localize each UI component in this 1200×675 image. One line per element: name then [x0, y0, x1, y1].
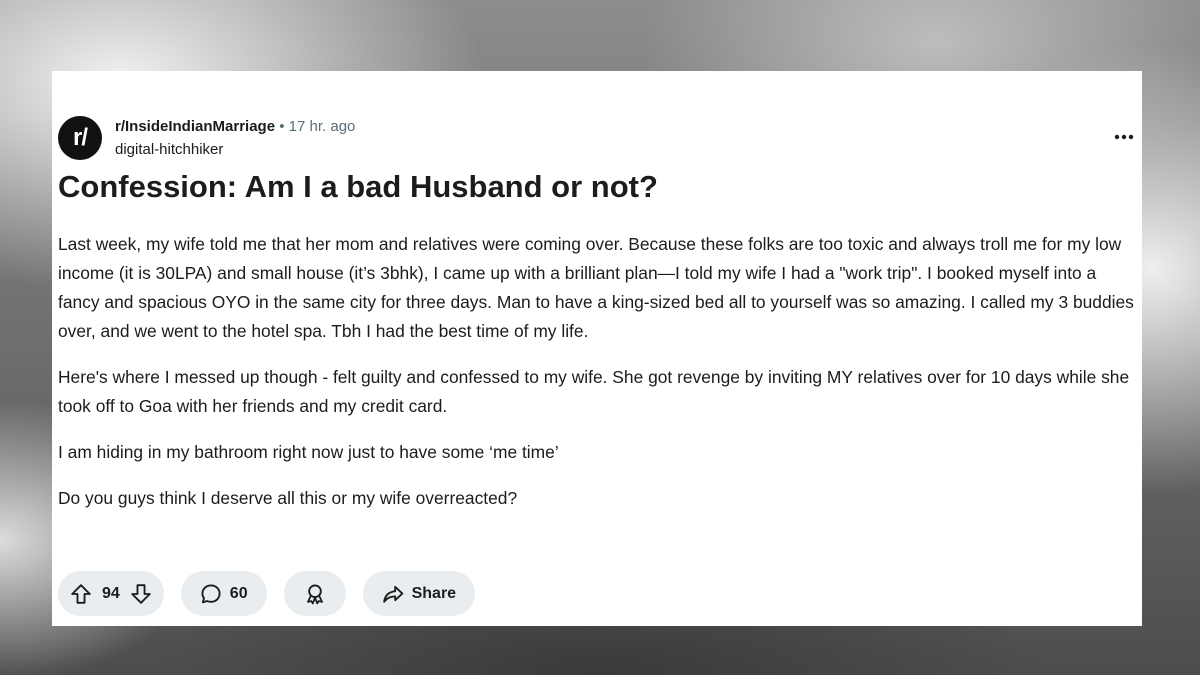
more-options-icon[interactable] [1112, 125, 1136, 149]
comment-count: 60 [229, 584, 248, 602]
post-author[interactable]: digital-hitchhiker [115, 141, 223, 158]
award-button[interactable] [283, 571, 346, 616]
upvote-arrow-icon[interactable] [70, 583, 92, 605]
action-bar: 94 60 Share [58, 571, 476, 616]
post-paragraph: Here's where I messed up though - felt g… [58, 367, 1130, 416]
subreddit-name[interactable]: r/InsideIndianMarriage [115, 118, 275, 135]
meta-separator: • [279, 118, 285, 135]
award-ribbon-icon [304, 583, 326, 605]
comments-button[interactable]: 60 [180, 571, 267, 616]
share-arrow-icon [382, 583, 404, 605]
share-label: Share [411, 584, 457, 602]
post-card: r/ r/InsideIndianMarriage • 17 hr. ago d… [52, 71, 1142, 626]
post-title[interactable]: Confession: Am I a bad Husband or not? [58, 169, 658, 205]
post-paragraph: I am hiding in my bathroom right now jus… [58, 442, 559, 462]
comment-bubble-icon [200, 583, 222, 605]
post-body: Last week, my wife told me that her mom … [58, 230, 1138, 530]
subreddit-avatar[interactable]: r/ [58, 116, 102, 160]
subreddit-avatar-text: r/ [72, 124, 88, 151]
share-button[interactable]: Share [362, 571, 476, 616]
vote-count: 94 [102, 584, 120, 602]
vote-control: 94 [58, 571, 164, 616]
post-meta: r/InsideIndianMarriage • 17 hr. ago [115, 118, 355, 135]
downvote-arrow-icon[interactable] [130, 583, 152, 605]
post-paragraph: Do you guys think I deserve all this or … [58, 488, 518, 508]
post-time: 17 hr. ago [288, 118, 356, 135]
post-paragraph: Last week, my wife told me that her mom … [58, 234, 1134, 341]
